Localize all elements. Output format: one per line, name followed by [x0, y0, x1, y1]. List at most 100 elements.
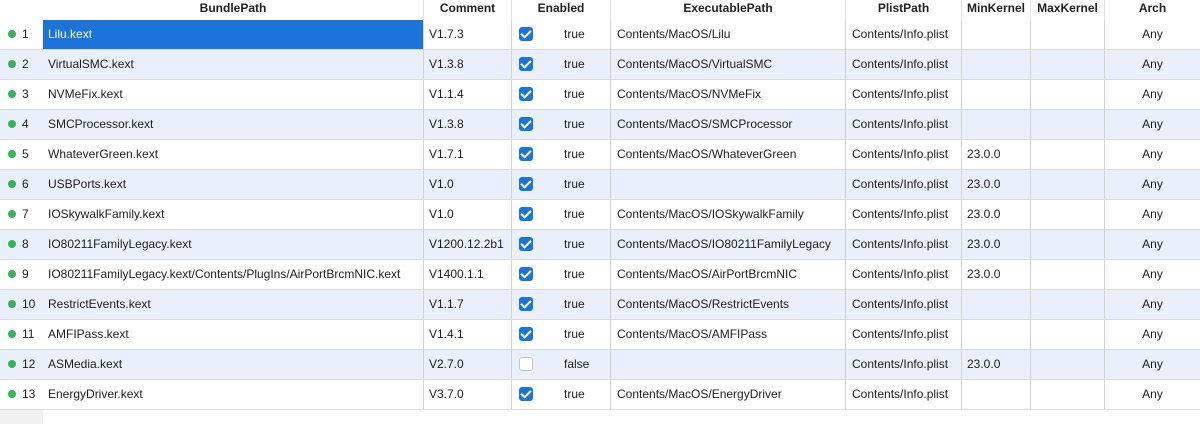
- col-header-enabled[interactable]: Enabled: [512, 0, 611, 20]
- plistpath-cell[interactable]: Contents/Info.plist: [846, 380, 962, 409]
- arch-cell[interactable]: Any: [1105, 380, 1200, 409]
- comment-cell[interactable]: V2.7.0: [424, 350, 512, 379]
- col-header-comment[interactable]: Comment: [424, 0, 512, 20]
- col-header-arch[interactable]: Arch: [1105, 0, 1200, 20]
- maxkernel-cell[interactable]: [1031, 140, 1105, 169]
- maxkernel-cell[interactable]: [1031, 230, 1105, 259]
- maxkernel-cell[interactable]: [1031, 200, 1105, 229]
- table-row[interactable]: 13 EnergyDriver.kext V3.7.0 true Contents/Ma…: [0, 380, 1200, 410]
- plistpath-cell[interactable]: Contents/Info.plist: [846, 50, 962, 79]
- minkernel-cell[interactable]: 23.0.0: [962, 230, 1031, 259]
- plistpath-cell[interactable]: Contents/Info.plist: [846, 260, 962, 289]
- enabled-checkbox[interactable]: [519, 147, 533, 161]
- col-header-plistpath[interactable]: PlistPath: [846, 0, 962, 20]
- minkernel-cell[interactable]: [962, 80, 1031, 109]
- minkernel-cell[interactable]: [962, 320, 1031, 349]
- table-row[interactable]: 1 Lilu.kext V1.7.3 true Contents/MacOS/Lilu C…: [0, 20, 1200, 50]
- minkernel-cell[interactable]: [962, 380, 1031, 409]
- executablepath-cell[interactable]: Contents/MacOS/AMFIPass: [611, 320, 846, 349]
- minkernel-cell[interactable]: 23.0.0: [962, 200, 1031, 229]
- executablepath-cell[interactable]: [611, 350, 846, 379]
- plistpath-cell[interactable]: Contents/Info.plist: [846, 200, 962, 229]
- arch-cell[interactable]: Any: [1105, 170, 1200, 199]
- table-row[interactable]: 3 NVMeFix.kext V1.1.4 true Contents/MacOS/NV…: [0, 80, 1200, 110]
- enabled-checkbox[interactable]: [519, 57, 533, 71]
- enabled-checkbox[interactable]: [519, 87, 533, 101]
- executablepath-cell[interactable]: Contents/MacOS/RestrictEvents: [611, 290, 846, 319]
- plistpath-cell[interactable]: Contents/Info.plist: [846, 320, 962, 349]
- comment-cell[interactable]: V1.0: [424, 200, 512, 229]
- minkernel-cell[interactable]: [962, 50, 1031, 79]
- enabled-checkbox[interactable]: [519, 327, 533, 341]
- executablepath-cell[interactable]: Contents/MacOS/EnergyDriver: [611, 380, 846, 409]
- comment-cell[interactable]: V1400.1.1: [424, 260, 512, 289]
- comment-cell[interactable]: V1.0: [424, 170, 512, 199]
- arch-cell[interactable]: Any: [1105, 230, 1200, 259]
- maxkernel-cell[interactable]: [1031, 50, 1105, 79]
- minkernel-cell[interactable]: 23.0.0: [962, 260, 1031, 289]
- plistpath-cell[interactable]: Contents/Info.plist: [846, 170, 962, 199]
- plistpath-cell[interactable]: Contents/Info.plist: [846, 80, 962, 109]
- col-header-executablepath[interactable]: ExecutablePath: [611, 0, 846, 20]
- executablepath-cell[interactable]: Contents/MacOS/IO80211FamilyLegacy: [611, 230, 846, 259]
- bundlepath-cell[interactable]: VirtualSMC.kext: [43, 50, 424, 79]
- arch-cell[interactable]: Any: [1105, 50, 1200, 79]
- arch-cell[interactable]: Any: [1105, 110, 1200, 139]
- maxkernel-cell[interactable]: [1031, 80, 1105, 109]
- plistpath-cell[interactable]: Contents/Info.plist: [846, 290, 962, 319]
- plistpath-cell[interactable]: Contents/Info.plist: [846, 20, 962, 49]
- bundlepath-cell[interactable]: USBPorts.kext: [43, 170, 424, 199]
- bundlepath-cell[interactable]: AMFIPass.kext: [43, 320, 424, 349]
- bundlepath-cell[interactable]: IOSkywalkFamily.kext: [43, 200, 424, 229]
- executablepath-cell[interactable]: Contents/MacOS/VirtualSMC: [611, 50, 846, 79]
- executablepath-cell[interactable]: Contents/MacOS/SMCProcessor: [611, 110, 846, 139]
- maxkernel-cell[interactable]: [1031, 380, 1105, 409]
- maxkernel-cell[interactable]: [1031, 320, 1105, 349]
- table-row[interactable]: 7 IOSkywalkFamily.kext V1.0 true Contents/Ma…: [0, 200, 1200, 230]
- enabled-checkbox[interactable]: [519, 117, 533, 131]
- comment-cell[interactable]: V1.7.1: [424, 140, 512, 169]
- minkernel-cell[interactable]: [962, 290, 1031, 319]
- enabled-checkbox[interactable]: [519, 27, 533, 41]
- enabled-checkbox[interactable]: [519, 357, 533, 371]
- comment-cell[interactable]: V1.1.7: [424, 290, 512, 319]
- minkernel-cell[interactable]: 23.0.0: [962, 140, 1031, 169]
- maxkernel-cell[interactable]: [1031, 170, 1105, 199]
- executablepath-cell[interactable]: Contents/MacOS/AirPortBrcmNIC: [611, 260, 846, 289]
- executablepath-cell[interactable]: [611, 170, 846, 199]
- bundlepath-cell[interactable]: IO80211FamilyLegacy.kext/Contents/PlugIn…: [43, 260, 424, 289]
- table-row[interactable]: 6 USBPorts.kext V1.0 true Contents/Info.plis…: [0, 170, 1200, 200]
- bundlepath-cell[interactable]: WhateverGreen.kext: [43, 140, 424, 169]
- plistpath-cell[interactable]: Contents/Info.plist: [846, 350, 962, 379]
- bundlepath-cell[interactable]: EnergyDriver.kext: [43, 380, 424, 409]
- arch-cell[interactable]: Any: [1105, 80, 1200, 109]
- comment-cell[interactable]: V1.4.1: [424, 320, 512, 349]
- minkernel-cell[interactable]: 23.0.0: [962, 170, 1031, 199]
- minkernel-cell[interactable]: [962, 20, 1031, 49]
- minkernel-cell[interactable]: [962, 110, 1031, 139]
- arch-cell[interactable]: Any: [1105, 200, 1200, 229]
- maxkernel-cell[interactable]: [1031, 20, 1105, 49]
- comment-cell[interactable]: V1.1.4: [424, 80, 512, 109]
- enabled-checkbox[interactable]: [519, 237, 533, 251]
- enabled-checkbox[interactable]: [519, 297, 533, 311]
- col-header-maxkernel[interactable]: MaxKernel: [1031, 0, 1105, 20]
- bundlepath-cell[interactable]: Lilu.kext: [43, 20, 424, 49]
- bundlepath-cell[interactable]: IO80211FamilyLegacy.kext: [43, 230, 424, 259]
- table-row[interactable]: 8 IO80211FamilyLegacy.kext V1200.12.2b1 tru…: [0, 230, 1200, 260]
- enabled-checkbox[interactable]: [519, 207, 533, 221]
- comment-cell[interactable]: V1200.12.2b1: [424, 230, 512, 259]
- arch-cell[interactable]: Any: [1105, 350, 1200, 379]
- bundlepath-cell[interactable]: SMCProcessor.kext: [43, 110, 424, 139]
- comment-cell[interactable]: V1.3.8: [424, 50, 512, 79]
- comment-cell[interactable]: V1.7.3: [424, 20, 512, 49]
- col-header-minkernel[interactable]: MinKernel: [962, 0, 1031, 20]
- plistpath-cell[interactable]: Contents/Info.plist: [846, 230, 962, 259]
- arch-cell[interactable]: Any: [1105, 140, 1200, 169]
- comment-cell[interactable]: V1.3.8: [424, 110, 512, 139]
- arch-cell[interactable]: Any: [1105, 20, 1200, 49]
- plistpath-cell[interactable]: Contents/Info.plist: [846, 110, 962, 139]
- table-row[interactable]: 9 IO80211FamilyLegacy.kext/Contents/PlugI…: [0, 260, 1200, 290]
- maxkernel-cell[interactable]: [1031, 290, 1105, 319]
- plistpath-cell[interactable]: Contents/Info.plist: [846, 140, 962, 169]
